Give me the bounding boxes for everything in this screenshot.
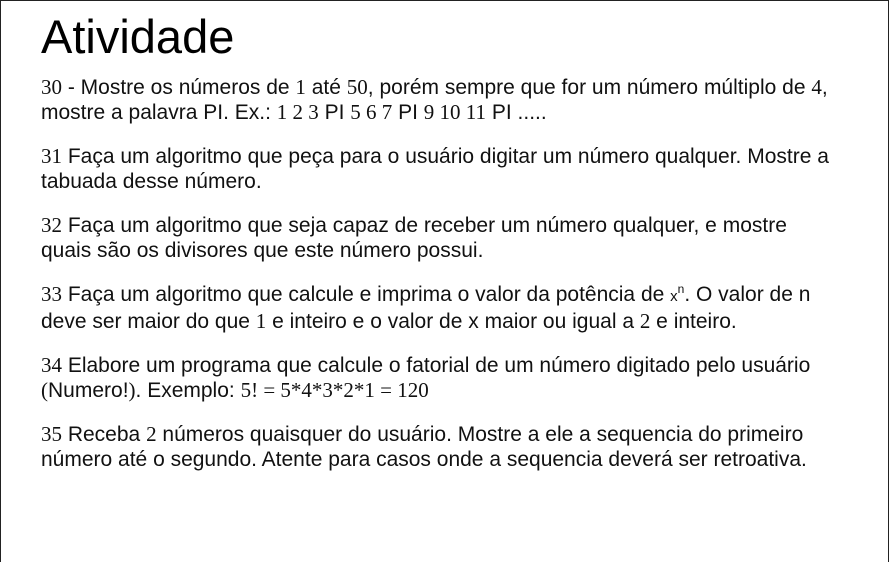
exercise-text: Faça um algoritmo que calcule e imprima …	[62, 283, 671, 306]
exercise-value: 1	[255, 309, 267, 333]
exercise-35: 35 Receba 2 números quaisquer do usuário…	[41, 422, 831, 472]
exercise-text: Faça um algoritmo que seja capaz de rece…	[41, 214, 787, 262]
exercise-number: 32	[41, 213, 62, 237]
exercise-number: 31	[41, 144, 62, 168]
exercise-value: 1 2 3	[276, 100, 319, 124]
exercise-text: PI	[318, 101, 351, 124]
exercise-value: 50	[346, 75, 368, 99]
exercise-value: 1	[295, 75, 306, 99]
exercise-value: 5 6 7	[350, 100, 393, 124]
exercise-text: PI .....	[486, 101, 547, 124]
exercise-number: 34	[41, 353, 62, 377]
exercise-text: números quaisquer do usuário. Mostre a e…	[41, 423, 807, 471]
slide: Atividade 30 - Mostre os números de 1 at…	[0, 0, 889, 562]
exercise-list: 30 - Mostre os números de 1 até 50, poré…	[41, 75, 831, 491]
exercise-text: , porém sempre que for um número múltipl…	[367, 76, 812, 99]
exercise-text: Elabore um programa que calcule o fatori…	[62, 354, 811, 377]
exercise-text: - Mostre os números de	[62, 76, 296, 99]
exercise-text: e inteiro e o valor de x maior ou igual …	[266, 310, 640, 333]
exercise-30: 30 - Mostre os números de 1 até 50, poré…	[41, 75, 831, 125]
exercise-value: 2	[639, 309, 651, 333]
exercise-33: 33 Faça um algoritmo que calcule e impri…	[41, 282, 831, 334]
exercise-number: 33	[41, 282, 62, 306]
exercise-text: até	[305, 76, 347, 99]
exercise-text: Faça um algoritmo que peça para o usuári…	[41, 145, 829, 193]
power-base: x	[670, 288, 678, 305]
exercise-text: e inteiro.	[650, 310, 737, 333]
exercise-value: 2	[146, 422, 157, 446]
exercise-text: Numero!	[48, 379, 129, 402]
paren-close: )	[128, 378, 136, 402]
exercise-number: 30	[41, 75, 62, 99]
slide-title: Atividade	[41, 10, 235, 63]
exercise-value: 4	[811, 75, 822, 99]
exercise-34: 34 Elabore um programa que calcule o fat…	[41, 353, 831, 403]
exercise-32: 32 Faça um algoritmo que seja capaz de r…	[41, 213, 831, 263]
factorial-example: 5! = 5*4*3*2*1 = 120	[240, 378, 429, 402]
paren-open: (	[41, 378, 48, 402]
exercise-text: . Exemplo:	[135, 379, 241, 402]
exercise-value: 9 10 11	[423, 100, 487, 124]
exercise-31: 31 Faça um algoritmo que peça para o usu…	[41, 144, 831, 194]
exercise-number: 35	[41, 422, 62, 446]
exercise-text: PI	[392, 101, 424, 124]
exercise-text: Receba	[62, 423, 147, 446]
